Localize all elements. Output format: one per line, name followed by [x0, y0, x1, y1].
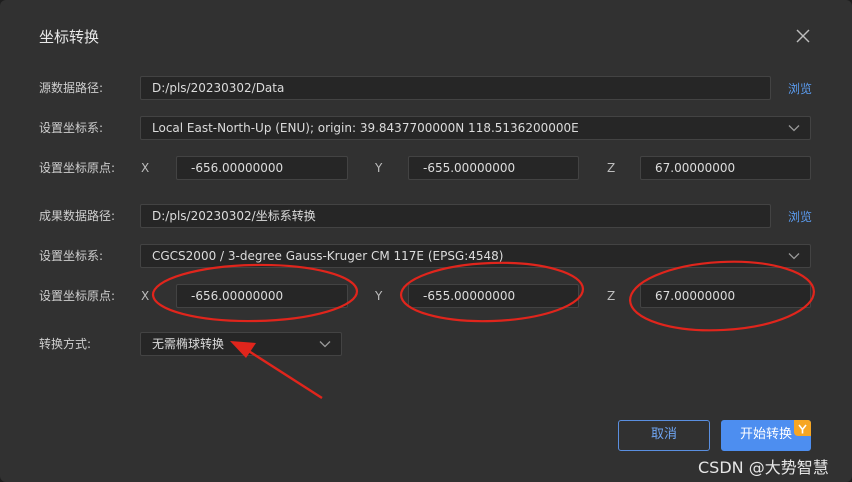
source-y-label: Y [375, 161, 383, 175]
result-path-label: 成果数据路径: [39, 209, 116, 223]
coordinate-conversion-dialog: 坐标转换 源数据路径: D:/pls/20230302/Data 浏览 设置坐标… [0, 0, 852, 482]
start-conversion-label: 开始转换 [739, 427, 792, 442]
result-x-input[interactable]: -656.00000000 [176, 284, 348, 308]
start-conversion-button[interactable]: 开始转换 [721, 420, 811, 451]
chevron-down-icon [788, 253, 800, 260]
source-x-label: X [141, 161, 150, 175]
result-browse-link[interactable]: 浏览 [788, 208, 812, 225]
source-z-input[interactable]: 67.00000000 [640, 156, 811, 180]
chevron-down-icon [319, 341, 331, 348]
result-y-input[interactable]: -655.00000000 [408, 284, 579, 308]
result-y-label: Y [375, 289, 383, 303]
result-x-label: X [141, 289, 150, 303]
source-path-label: 源数据路径: [39, 81, 104, 95]
result-z-input[interactable]: 67.00000000 [640, 284, 811, 308]
conversion-method-label: 转换方式: [39, 337, 92, 351]
result-crs-select[interactable]: CGCS2000 / 3-degree Gauss-Kruger CM 117E… [140, 244, 811, 268]
source-crs-label: 设置坐标系: [39, 121, 104, 135]
result-path-input[interactable]: D:/pls/20230302/坐标系转换 [140, 204, 771, 228]
result-crs-value: CGCS2000 / 3-degree Gauss-Kruger CM 117E… [152, 249, 504, 263]
annotation-overlay [151, 260, 815, 400]
result-crs-label: 设置坐标系: [39, 249, 104, 263]
cancel-button[interactable]: 取消 [618, 420, 710, 451]
source-z-label: Z [607, 161, 616, 175]
result-origin-label: 设置坐标原点: [39, 289, 116, 303]
source-crs-value: Local East-North-Up (ENU); origin: 39.84… [152, 121, 579, 135]
source-browse-link[interactable]: 浏览 [788, 80, 812, 97]
source-y-input[interactable]: -655.00000000 [408, 156, 579, 180]
dialog-title: 坐标转换 [39, 28, 100, 46]
source-x-input[interactable]: -656.00000000 [176, 156, 348, 180]
watermark: CSDN @大势智慧 [698, 458, 829, 477]
chevron-down-icon [788, 125, 800, 132]
close-icon[interactable] [793, 26, 813, 46]
source-crs-select[interactable]: Local East-North-Up (ENU); origin: 39.84… [140, 116, 811, 140]
result-z-label: Z [607, 289, 616, 303]
badge-icon [794, 420, 811, 436]
conversion-method-select[interactable]: 无需椭球转换 [140, 332, 342, 356]
source-origin-label: 设置坐标原点: [39, 161, 116, 175]
source-path-input[interactable]: D:/pls/20230302/Data [140, 76, 771, 100]
conversion-method-value: 无需椭球转换 [152, 337, 225, 351]
